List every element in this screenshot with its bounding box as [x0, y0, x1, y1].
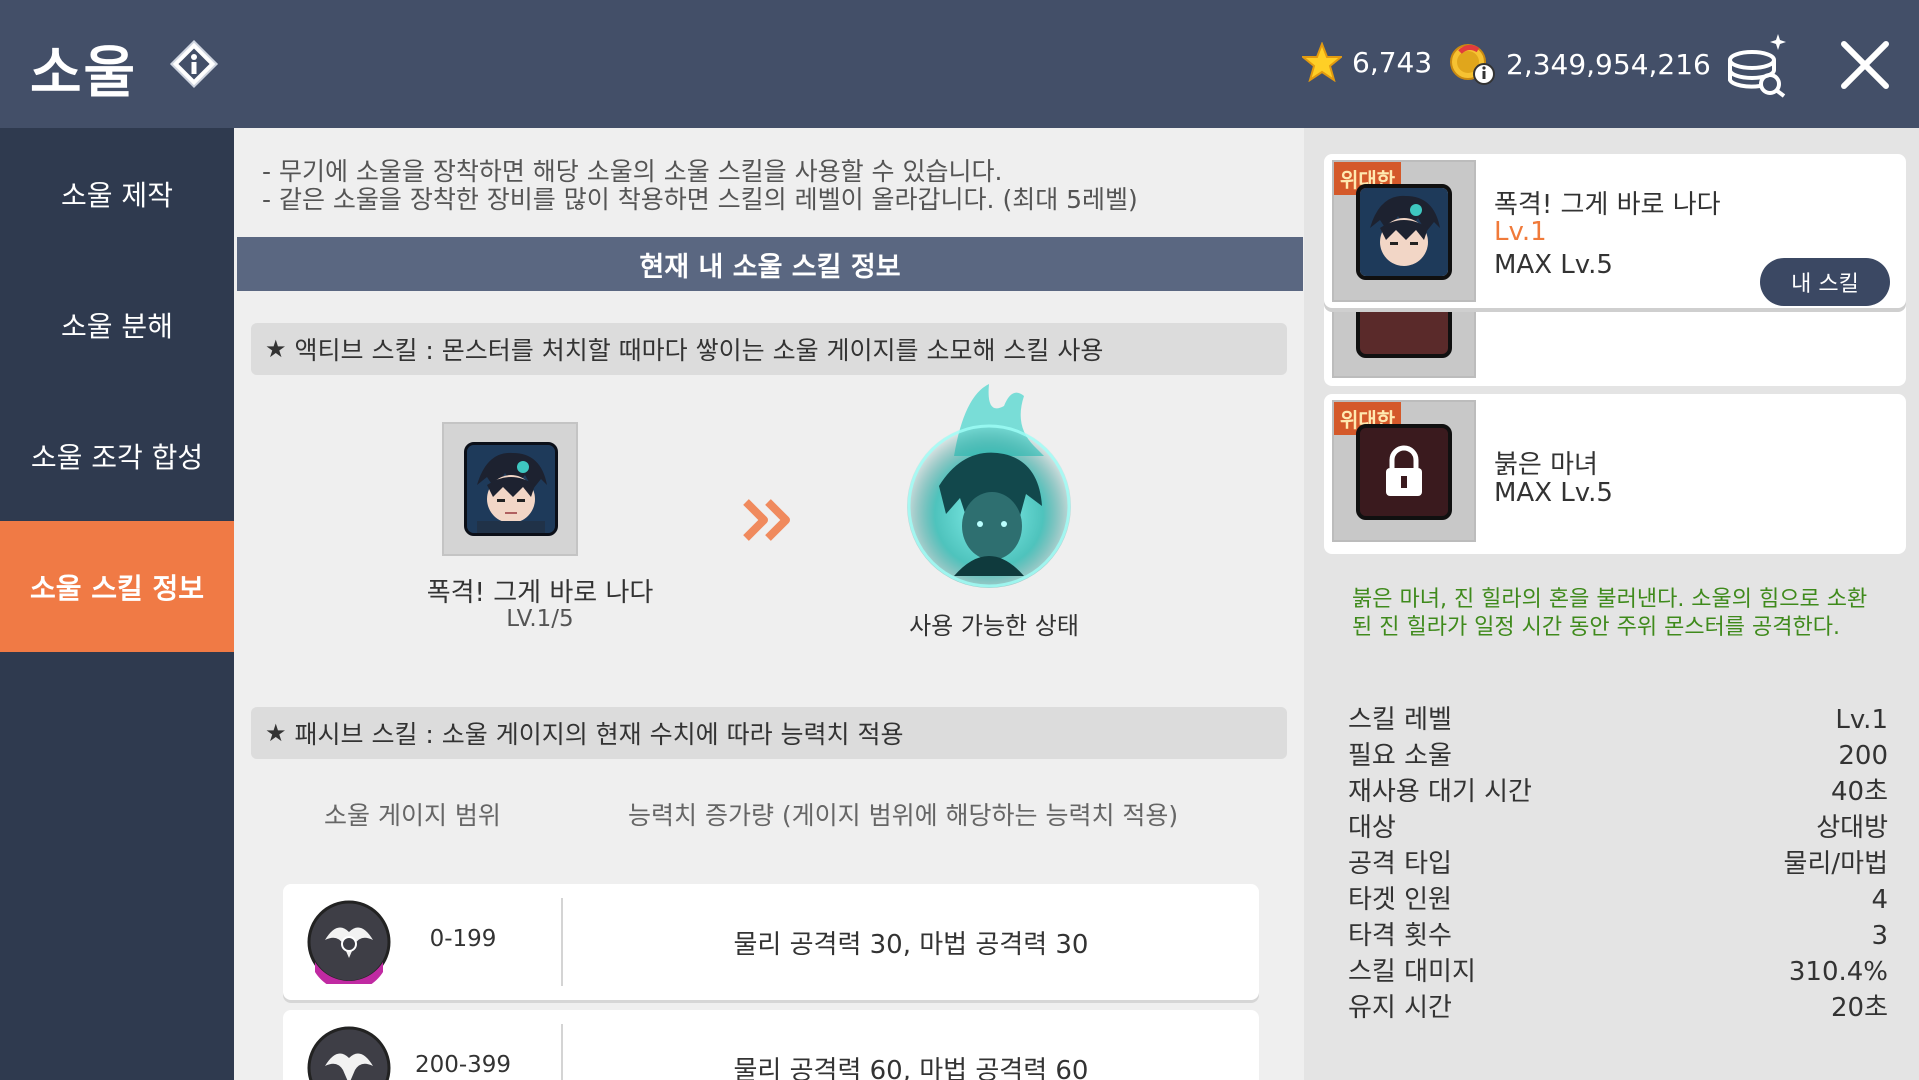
soul-card-selected[interactable]: 위대한 폭격! 그게 바로 나다 Lv.1 MAX Lv.5 내 스킬 [1324, 154, 1906, 308]
stat-label: 스킬 대미지 [1348, 957, 1476, 987]
sidebar-item-soul-skill-info[interactable]: 소울 스킬 정보 [0, 521, 234, 652]
soul-status-text: 사용 가능한 상태 [909, 612, 1079, 640]
info-icon[interactable] [168, 38, 220, 90]
meso-coin-icon [1450, 44, 1495, 85]
stat-value: Lv.1 [1835, 705, 1888, 735]
soul-card-max-level: MAX Lv.5 [1494, 250, 1613, 280]
active-skill-header: ★ 액티브 스킬 : 몬스터를 처치할 때마다 쌓이는 소울 게이지를 소모해 … [251, 323, 1287, 375]
stat-value: 200 [1838, 741, 1888, 771]
stat-value: 40초 [1830, 777, 1888, 807]
soul-flame-icon [894, 376, 1084, 596]
stat-label: 타격 횟수 [1348, 921, 1452, 951]
soul-card-locked[interactable]: 위대한 붉은 마녀 MAX Lv.5 [1324, 394, 1906, 554]
stat-value: 상대방 [1816, 813, 1888, 843]
stat-value: 310.4% [1788, 957, 1888, 987]
gauge-range: 0-199 [429, 926, 497, 952]
active-skill-level: LV.1/5 [506, 606, 574, 632]
soul-portrait-icon [1356, 184, 1452, 280]
sidebar-item-label: 소울 분해 [61, 309, 173, 343]
soul-card[interactable]: MAX Lv.5 [1324, 238, 1906, 386]
column-header-effect: 능력치 증가량 (게이지 범위에 해당하는 능력치 적용) [628, 801, 1179, 830]
stat-row: 공격 타입 물리/마법 [1348, 846, 1888, 882]
stat-label: 재사용 대기 시간 [1348, 777, 1532, 807]
sidebar-item-soul-disassemble[interactable]: 소울 분해 [0, 259, 234, 390]
gauge-range: 200-399 [414, 1052, 512, 1078]
lock-icon [1356, 424, 1452, 520]
stat-value: 물리/마법 [1783, 849, 1888, 879]
skill-description: 붉은 마녀, 진 힐라의 혼을 불러낸다. 소울의 힘으로 소환된 진 힐라가 … [1352, 587, 1868, 640]
star-count: 6,743 [1352, 45, 1433, 79]
page-title: 소울 [30, 41, 138, 106]
stat-row: 재사용 대기 시간 40초 [1348, 774, 1888, 810]
soul-card-name: 붉은 마녀 [1494, 450, 1598, 480]
section-title: 현재 내 소울 스킬 정보 [237, 237, 1303, 291]
stat-label: 공격 타입 [1348, 849, 1452, 879]
stat-label: 스킬 레벨 [1348, 705, 1452, 735]
stat-row: 스킬 대미지 310.4% [1348, 954, 1888, 990]
gauge-row: 200-399 물리 공격력 60, 마법 공격력 60 [283, 1010, 1259, 1080]
close-icon[interactable] [1838, 38, 1892, 92]
sidebar-item-soul-craft[interactable]: 소울 제작 [0, 128, 234, 259]
skill-stats: 스킬 레벨 Lv.1 필요 소울 200 재사용 대기 시간 40초 대상 상대방 공격… [1348, 702, 1888, 1026]
stat-row: 타격 횟수 3 [1348, 918, 1888, 954]
gauge-row: 0-199 물리 공격력 30, 마법 공격력 30 [283, 884, 1259, 1000]
skill-detail-panel: MAX Lv.5 위대한 폭격! 그게 바로 나다 Lv.1 MAX Lv.5 … [1304, 128, 1919, 1080]
active-skill-icon-frame[interactable] [442, 422, 578, 556]
stat-value: 20초 [1830, 993, 1888, 1023]
stat-row: 유지 시간 20초 [1348, 990, 1888, 1026]
stat-label: 유지 시간 [1348, 993, 1452, 1023]
soul-card-thumbnail: 위대한 [1332, 400, 1476, 542]
sidebar-item-label: 소울 스킬 정보 [29, 571, 205, 605]
sidebar-item-soul-shard-synthesis[interactable]: 소울 조각 합성 [0, 390, 234, 521]
column-header-range: 소울 게이지 범위 [324, 801, 501, 830]
passive-skill-header: ★ 패시브 스킬 : 소울 게이지의 현재 수치에 따라 능력치 적용 [251, 707, 1287, 759]
sidebar-item-label: 소울 조각 합성 [30, 440, 204, 474]
active-skill-name: 폭격! 그게 바로 나다 [426, 578, 654, 608]
stat-row: 스킬 레벨 Lv.1 [1348, 702, 1888, 738]
stat-row: 필요 소울 200 [1348, 738, 1888, 774]
gauge-effect: 물리 공격력 30, 마법 공격력 30 [733, 930, 1089, 960]
soul-card-thumbnail: 위대한 [1332, 160, 1476, 302]
stat-label: 타겟 인원 [1348, 885, 1452, 915]
my-skill-button[interactable]: 내 스킬 [1760, 258, 1890, 306]
star-icon [1302, 42, 1342, 82]
stat-value: 3 [1871, 921, 1888, 951]
soul-gauge-icon [307, 1026, 391, 1080]
active-skill-label: 액티브 스킬 : 몬스터를 처치할 때마다 쌓이는 소울 게이지를 소모해 스킬… [294, 336, 1104, 365]
meso-resource: 2,349,954,216 [1448, 42, 1711, 86]
gauge-effect: 물리 공격력 60, 마법 공격력 60 [733, 1056, 1089, 1080]
meso-amount: 2,349,954,216 [1506, 47, 1711, 81]
soul-card-name: 폭격! 그게 바로 나다 [1494, 190, 1721, 220]
star-bullet-icon: ★ [265, 719, 287, 747]
soul-gauge-icon [307, 900, 391, 991]
top-bar: 소울 6,743 2,349,954,216 [0, 0, 1919, 128]
passive-skill-label: 패시브 스킬 : 소울 게이지의 현재 수치에 따라 능력치 적용 [294, 720, 904, 749]
soul-card-level: Lv.1 [1494, 217, 1547, 247]
skill-portrait-icon [464, 442, 558, 536]
notice-text: - 무기에 소울을 장착하면 해당 소울의 소울 스킬을 사용할 수 있습니다.… [262, 158, 1138, 214]
double-chevron-right-icon [742, 498, 796, 542]
stat-value: 4 [1871, 885, 1888, 915]
notice-line: - 같은 소울을 장착한 장비를 많이 착용하면 스킬의 레벨이 올라갑니다. … [262, 185, 1138, 214]
star-resource: 6,743 [1302, 42, 1432, 82]
coin-shop-icon[interactable] [1722, 30, 1790, 98]
star-bullet-icon: ★ [265, 335, 287, 363]
sidebar: 소울 제작 소울 분해 소울 조각 합성 소울 스킬 정보 [0, 128, 234, 1080]
stat-label: 필요 소울 [1348, 741, 1452, 771]
soul-card-max-level: MAX Lv.5 [1494, 478, 1613, 508]
sidebar-item-label: 소울 제작 [61, 178, 173, 212]
notice-line: - 무기에 소울을 장착하면 해당 소울의 소울 스킬을 사용할 수 있습니다. [262, 157, 1003, 186]
stat-row: 타겟 인원 4 [1348, 882, 1888, 918]
stat-label: 대상 [1348, 813, 1396, 843]
stat-row: 대상 상대방 [1348, 810, 1888, 846]
soul-skill-panel: - 무기에 소울을 장착하면 해당 소울의 소울 스킬을 사용할 수 있습니다.… [234, 128, 1304, 1080]
